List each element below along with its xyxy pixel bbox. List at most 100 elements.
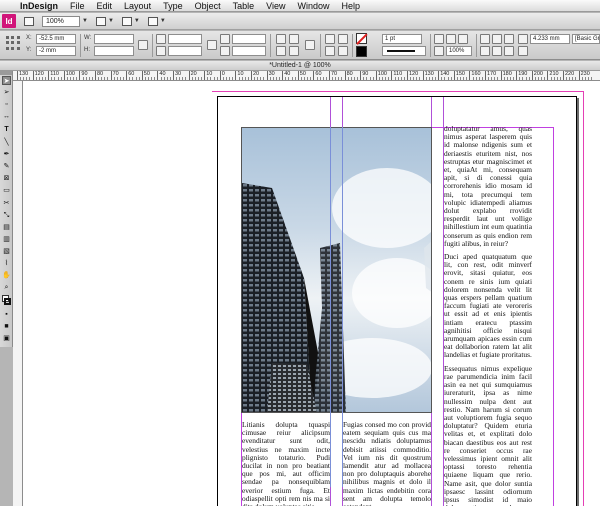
- body-paragraph: Litianis dolupta tquaspi cimusae reiur a…: [242, 421, 330, 506]
- note-tool-icon[interactable]: ▧: [2, 247, 11, 256]
- stroke-type-select[interactable]: [382, 46, 426, 56]
- ruler-minor-tick: [247, 77, 249, 80]
- arrange-documents-button[interactable]: ▼: [147, 15, 166, 27]
- menu-app[interactable]: InDesign: [14, 0, 64, 12]
- ruler-minor-tick: [304, 77, 306, 80]
- menu-type[interactable]: Type: [157, 0, 189, 12]
- type-tool-icon[interactable]: T: [2, 125, 11, 134]
- object-style-field[interactable]: [Basic Grap: [572, 34, 600, 44]
- pasteboard[interactable]: Litianis dolupta tquaspi cimusae reiur a…: [23, 81, 600, 506]
- constrain-proportions-icon[interactable]: [138, 40, 148, 50]
- gap-tool-icon[interactable]: ↔: [2, 112, 11, 121]
- eyedropper-tool-icon[interactable]: ⌇: [2, 259, 11, 268]
- fit-frame-icon[interactable]: [492, 46, 502, 56]
- text-wrap-bounding-icon[interactable]: [492, 34, 502, 44]
- apply-color-icon[interactable]: ■: [2, 322, 11, 331]
- ruler-minor-tick: [123, 77, 125, 80]
- selection-tool-icon[interactable]: ➤: [2, 76, 11, 85]
- select-content-icon[interactable]: [338, 34, 348, 44]
- stroke-swatch-icon[interactable]: [4, 298, 11, 305]
- select-previous-icon[interactable]: [325, 46, 335, 56]
- ruler-minor-tick: [257, 77, 259, 80]
- menu-file[interactable]: File: [64, 0, 91, 12]
- page-tool-icon[interactable]: ▫: [2, 100, 11, 109]
- menu-window[interactable]: Window: [291, 0, 335, 12]
- x-position-field[interactable]: -52.5 mm: [36, 34, 76, 44]
- stroke-swatch-icon[interactable]: [356, 46, 367, 57]
- flip-vertical-icon[interactable]: [289, 46, 299, 56]
- ruler-minor-tick: [148, 77, 150, 80]
- menu-table[interactable]: Table: [227, 0, 261, 12]
- width-field[interactable]: [94, 34, 134, 44]
- y-position-field[interactable]: -2 mm: [36, 46, 76, 56]
- menu-layout[interactable]: Layout: [118, 0, 157, 12]
- rotation-field[interactable]: [232, 34, 266, 44]
- flip-horizontal-icon[interactable]: [276, 46, 286, 56]
- text-frame-middle[interactable]: Fugias consed mo con provid eatem sequia…: [343, 421, 431, 506]
- scale-y-field[interactable]: [168, 46, 202, 56]
- text-wrap-shape-icon[interactable]: [504, 34, 514, 44]
- center-content-icon[interactable]: [504, 46, 514, 56]
- bridge-button[interactable]: [24, 15, 34, 27]
- chevron-down-icon: ▼: [133, 18, 140, 24]
- formatting-affects-icon[interactable]: ▪: [2, 310, 11, 319]
- ruler-minor-tick: [347, 77, 349, 80]
- scale-x-field[interactable]: [168, 34, 202, 44]
- panel-grip[interactable]: [0, 71, 12, 75]
- zoom-level-field[interactable]: 100% ▼: [42, 15, 88, 27]
- menu-view[interactable]: View: [260, 0, 291, 12]
- ruler-tick: [157, 71, 159, 80]
- ruler-minor-tick: [191, 77, 193, 80]
- menu-object[interactable]: Object: [189, 0, 227, 12]
- direct-selection-icon[interactable]: ➢: [2, 88, 11, 97]
- fit-content-icon[interactable]: [480, 46, 490, 56]
- pen-tool-icon[interactable]: ✒: [2, 150, 11, 159]
- shear-field[interactable]: [232, 46, 266, 56]
- hand-tool-icon[interactable]: ✋: [2, 271, 11, 280]
- object-style-icon[interactable]: [458, 34, 468, 44]
- constrain-scale-icon[interactable]: [207, 40, 217, 50]
- opacity-field[interactable]: 100%: [446, 46, 472, 56]
- gradient-feather-icon[interactable]: ▥: [2, 235, 11, 244]
- ruler-minor-tick: [575, 77, 577, 80]
- text-wrap-none-icon[interactable]: [480, 34, 490, 44]
- scissors-tool-icon[interactable]: ✂: [2, 199, 11, 208]
- fill-swatch-icon[interactable]: [356, 33, 368, 45]
- drop-shadow-icon[interactable]: [446, 34, 456, 44]
- gradient-swatch-icon[interactable]: ▤: [2, 223, 11, 232]
- line-tool-icon[interactable]: ╲: [2, 138, 11, 147]
- menu-edit[interactable]: Edit: [91, 0, 119, 12]
- rectangle-frame-icon[interactable]: ⊠: [2, 174, 11, 183]
- height-field[interactable]: [94, 46, 134, 56]
- text-frame-left[interactable]: Litianis dolupta tquaspi cimusae reiur a…: [242, 421, 330, 506]
- gutter-field[interactable]: 4.233 mm: [530, 34, 570, 44]
- horizontal-ruler[interactable]: 130 120 110 100 90 80 70 60 50 40 30 20 10 0 10 20 30 40 5…: [13, 71, 600, 81]
- ruler-tick: [63, 71, 65, 80]
- stroke-weight-field[interactable]: 1 pt: [382, 34, 422, 44]
- scale-x-icon: [156, 34, 166, 44]
- body-paragraph: doluptatatur amus, quas nimus asperat la…: [444, 125, 532, 248]
- text-frame-right[interactable]: doluptatatur amus, quas nimus asperat la…: [444, 125, 532, 506]
- ruler-minor-tick: [369, 77, 371, 80]
- image-frame[interactable]: [241, 127, 432, 413]
- ruler-minor-tick: [272, 77, 274, 80]
- vertical-ruler[interactable]: [13, 81, 23, 506]
- view-options-button[interactable]: ▼: [95, 15, 114, 27]
- rectangle-tool-icon[interactable]: ▭: [2, 186, 11, 195]
- select-container-icon[interactable]: [325, 34, 335, 44]
- screen-mode-button[interactable]: ▼: [121, 15, 140, 27]
- document-page[interactable]: Litianis dolupta tquaspi cimusae reiur a…: [212, 91, 584, 506]
- view-mode-icon[interactable]: ▣: [2, 334, 11, 343]
- ruler-minor-tick: [300, 77, 302, 80]
- select-next-icon[interactable]: [338, 46, 348, 56]
- effects-icon[interactable]: [434, 34, 444, 44]
- ruler-minor-tick: [566, 77, 568, 80]
- zoom-tool-icon[interactable]: ⌕: [2, 283, 11, 292]
- menu-help[interactable]: Help: [336, 0, 367, 12]
- pencil-tool-icon[interactable]: ✎: [2, 162, 11, 171]
- ruler-minor-tick: [263, 77, 265, 80]
- reference-point-icon[interactable]: [6, 36, 20, 50]
- free-transform-icon[interactable]: ⤡: [2, 211, 11, 220]
- rotate-ccw-icon[interactable]: [289, 34, 299, 44]
- rotate-cw-icon[interactable]: [276, 34, 286, 44]
